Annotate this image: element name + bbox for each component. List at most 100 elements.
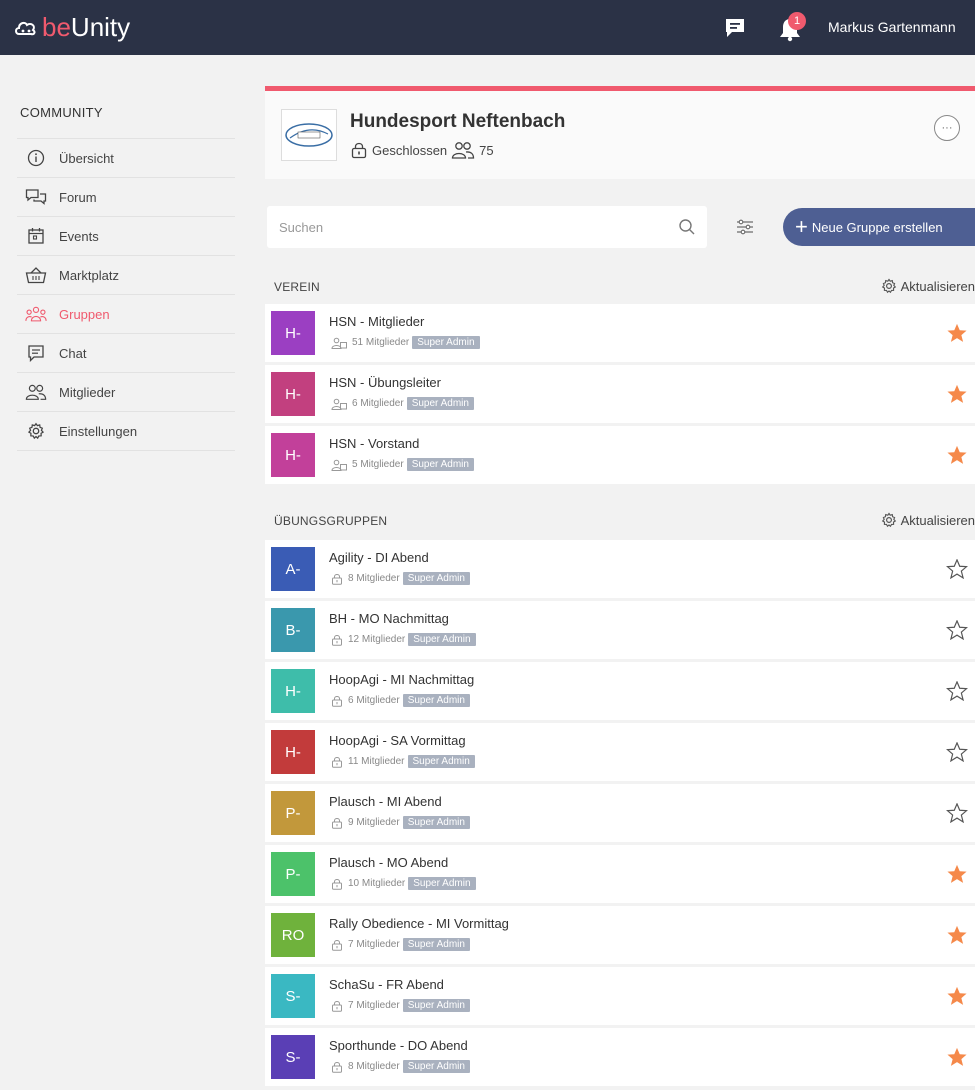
sidebar-item-label: Forum [59,189,97,205]
star-filled-icon[interactable] [946,864,968,889]
sidebar-item-label: Einstellungen [59,423,138,439]
star-filled-icon[interactable] [946,445,968,470]
star-outline-icon[interactable] [945,802,969,828]
group-row[interactable]: S- Sporthunde - DO Abend 8 Mitglieder Super… [265,1028,975,1086]
lock-icon [331,878,343,890]
group-meta: 9 Mitglieder Super Admin [331,816,470,829]
chat-icon[interactable] [724,18,746,38]
group-list-uebungsgruppen: A- Agility - DI Abend 8 Mitglieder Super Ad… [265,540,975,1089]
sidebar-item-label: Chat [59,345,87,361]
group-name: Sporthunde - DO Abend [329,1038,468,1053]
club-logo [281,109,337,161]
star-filled-icon[interactable] [946,384,968,409]
group-name: HSN - Vorstand [329,436,420,451]
group-row[interactable]: B- BH - MO Nachmittag 12 Mitglieder Super A… [265,601,975,659]
search-icon[interactable] [678,218,696,236]
group-row[interactable]: H- HSN - Vorstand 5 Mitglieder Super Admin [265,426,975,484]
group-member-count: 7 Mitglieder [348,1000,400,1011]
group-meta: 7 Mitglieder Super Admin [331,938,470,951]
logo-suffix: Unity [70,12,131,42]
star-outline-icon[interactable] [945,558,969,584]
new-group-label: Neue Gruppe erstellen [811,219,943,235]
club-meta: Geschlossen 75 [350,141,494,159]
group-row[interactable]: H- HSN - Übungsleiter 6 Mitglieder Super Ad… [265,365,975,423]
group-member-count: 6 Mitglieder [348,695,400,706]
basket-icon [25,264,47,286]
group-name: Rally Obedience - MI Vormittag [329,916,509,931]
group-name: HSN - Übungsleiter [329,375,441,390]
star-filled-icon[interactable] [946,1047,968,1072]
group-avatar: H- [271,372,315,416]
sidebar-item-events[interactable]: Events [17,216,235,255]
sidebar-item-gruppen[interactable]: Gruppen [17,294,235,333]
group-avatar: RO [271,913,315,957]
group-row[interactable]: H- HoopAgi - MI Nachmittag 6 Mitglieder Sup… [265,662,975,720]
club-name: Hundesport Neftenbach [350,111,566,132]
star-filled-icon[interactable] [946,986,968,1011]
more-options-button[interactable]: ··· [934,115,960,141]
app-logo[interactable]: be Unity [14,12,130,43]
beunity-logo-icon [15,21,36,35]
refresh-button[interactable]: Aktualisieren [881,278,975,294]
filter-icon[interactable] [736,219,754,235]
members-icon [25,381,47,403]
group-avatar: A- [271,547,315,591]
members-small-icon [331,459,347,471]
user-menu[interactable]: Markus Gartenmann [828,19,956,35]
sidebar: COMMUNITY Übersicht Forum Events Marktplatz… [0,55,250,1090]
group-row[interactable]: S- SchaSu - FR Abend 7 Mitglieder Super Adm… [265,967,975,1025]
group-name: Plausch - MI Abend [329,794,442,809]
club-header: Hundesport Neftenbach Geschlossen 75 ··· [265,86,975,179]
role-badge: Super Admin [406,458,474,471]
group-member-count: 11 Mitglieder [348,756,405,767]
group-meta: 10 Mitglieder Super Admin [331,877,476,890]
sidebar-item-label: Marktplatz [59,267,119,283]
lock-icon [331,695,343,707]
star-outline-icon[interactable] [945,619,969,645]
group-meta: 8 Mitglieder Super Admin [331,1060,470,1073]
groups-icon [25,303,47,325]
sidebar-item--bersicht[interactable]: Übersicht [17,138,235,177]
refresh-button[interactable]: Aktualisieren [881,512,975,528]
group-row[interactable]: A- Agility - DI Abend 8 Mitglieder Super Ad… [265,540,975,598]
calendar-icon [25,225,47,247]
role-badge: Super Admin [406,397,474,410]
group-row[interactable]: P- Plausch - MO Abend 10 Mitglieder Super A… [265,845,975,903]
search-input[interactable] [267,206,671,248]
group-avatar: B- [271,608,315,652]
sidebar-item-forum[interactable]: Forum [17,177,235,216]
star-filled-icon[interactable] [946,925,968,950]
group-member-count: 7 Mitglieder [348,939,400,950]
sidebar-nav: Übersicht Forum Events Marktplatz Gruppen Cha… [17,138,235,451]
group-row[interactable]: H- HSN - Mitglieder 51 Mitglieder Super Adm… [265,304,975,362]
star-outline-icon[interactable] [945,680,969,706]
role-badge: Super Admin [412,336,480,349]
group-row[interactable]: H- HoopAgi - SA Vormittag 11 Mitglieder Sup… [265,723,975,781]
group-row[interactable]: P- Plausch - MI Abend 9 Mitglieder Super Ad… [265,784,975,842]
sidebar-item-mitglieder[interactable]: Mitglieder [17,372,235,411]
group-row[interactable]: RO Rally Obedience - MI Vormittag 7 Mitgli… [265,906,975,964]
section-title: ÜBUNGSGRUPPEN [274,514,388,528]
sidebar-item-marktplatz[interactable]: Marktplatz [17,255,235,294]
sidebar-item-chat[interactable]: Chat [17,333,235,372]
group-member-count: 6 Mitglieder [352,398,404,409]
lock-icon [331,634,343,646]
notification-badge: 1 [788,12,806,30]
search-box [267,206,707,248]
group-meta: 6 Mitglieder Super Admin [331,397,474,410]
star-filled-icon[interactable] [946,323,968,348]
new-group-button[interactable]: + Neue Gruppe erstellen [783,208,975,246]
members-small-icon [331,337,347,349]
members-small-icon [331,398,347,410]
group-name: HoopAgi - SA Vormittag [329,733,466,748]
role-badge: Super Admin [408,633,476,646]
group-meta: 51 Mitglieder Super Admin [331,336,480,349]
section-header-verein: VEREIN Aktualisieren [265,278,975,298]
group-name: HoopAgi - MI Nachmittag [329,672,475,687]
sidebar-item-einstellungen[interactable]: Einstellungen [17,411,235,451]
group-name: Plausch - MO Abend [329,855,449,870]
star-outline-icon[interactable] [945,741,969,767]
sidebar-title: COMMUNITY [20,105,103,120]
plus-icon: + [795,214,808,239]
refresh-label: Aktualisieren [900,278,975,294]
